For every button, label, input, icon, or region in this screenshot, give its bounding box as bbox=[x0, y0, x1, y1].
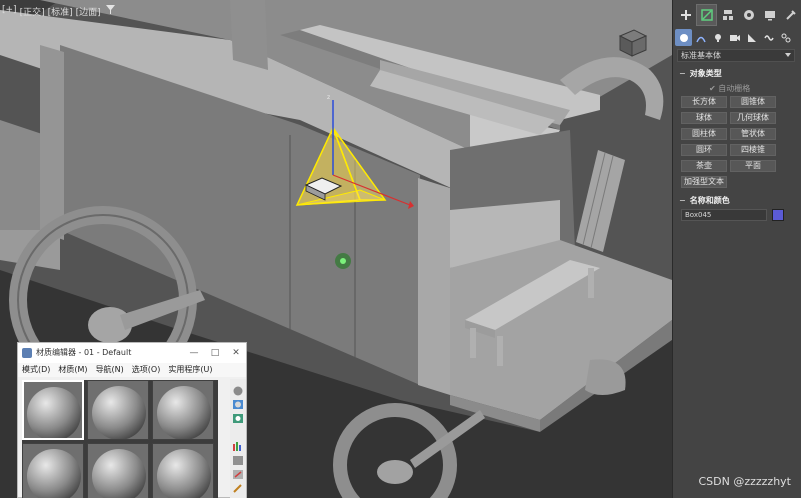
collapse-icon: − bbox=[679, 69, 686, 78]
modify-icon[interactable] bbox=[696, 4, 717, 26]
utilities-icon[interactable] bbox=[780, 4, 801, 26]
options-icon[interactable] bbox=[232, 465, 244, 479]
object-type-rollout-header[interactable]: − 对象类型 bbox=[679, 68, 722, 79]
category-row bbox=[675, 29, 794, 46]
viewcube[interactable] bbox=[612, 24, 652, 64]
menu-navigation[interactable]: 导航(N) bbox=[96, 363, 124, 377]
shapes-icon[interactable] bbox=[692, 29, 709, 46]
material-editor-title: 材质编辑器 - 01 - Default bbox=[36, 348, 132, 357]
teapot-button[interactable]: 茶壶 bbox=[681, 160, 727, 172]
material-side-toolbar bbox=[230, 379, 246, 498]
sample-slot[interactable] bbox=[22, 380, 84, 440]
geometry-icon[interactable] bbox=[675, 29, 692, 46]
background-icon[interactable] bbox=[232, 409, 244, 423]
sample-type-icon[interactable] bbox=[232, 381, 244, 396]
name-color-title: 名称和颜色 bbox=[689, 196, 730, 205]
object-color-swatch[interactable] bbox=[772, 209, 784, 221]
cylinder-button[interactable]: 圆柱体 bbox=[681, 128, 727, 140]
viewport-shading-label[interactable]: [标准] bbox=[48, 5, 73, 18]
sample-slot[interactable] bbox=[87, 380, 149, 440]
primitive-type-dropdown[interactable]: 标准基本体 bbox=[677, 49, 795, 62]
backlight-icon[interactable] bbox=[232, 395, 244, 409]
motion-icon[interactable] bbox=[738, 4, 759, 26]
cone-button[interactable]: 圆锥体 bbox=[730, 96, 776, 108]
pyramid-button[interactable]: 四棱锥 bbox=[730, 144, 776, 156]
sample-slot[interactable] bbox=[152, 443, 214, 498]
material-editor-menubar: 模式(D) 材质(M) 导航(N) 选项(O) 实用程序(U) bbox=[18, 363, 246, 377]
material-editor-titlebar[interactable]: 材质编辑器 - 01 - Default — □ ✕ bbox=[18, 343, 246, 363]
object-name-field[interactable]: Box045 bbox=[681, 209, 767, 221]
check-icon: ✔ bbox=[709, 84, 719, 93]
watermark: CSDN @zzzzzhyt bbox=[698, 475, 791, 488]
plane-button[interactable]: 平面 bbox=[730, 160, 776, 172]
autogrid-label: 自动栅格 bbox=[718, 84, 751, 93]
lights-icon[interactable] bbox=[709, 29, 726, 46]
textplus-button[interactable]: 加强型文本 bbox=[681, 176, 727, 188]
menu-options[interactable]: 选项(O) bbox=[132, 363, 161, 377]
primitive-type-value: 标准基本体 bbox=[681, 51, 721, 60]
collapse-icon: − bbox=[679, 196, 686, 205]
close-button[interactable]: ✕ bbox=[226, 343, 246, 363]
autogrid-checkbox[interactable]: ✔ 自动栅格 bbox=[709, 83, 750, 94]
viewport-view-label[interactable]: [正交] bbox=[20, 5, 45, 18]
menu-material[interactable]: 材质(M) bbox=[58, 363, 87, 377]
sample-slot[interactable] bbox=[22, 443, 84, 498]
geosphere-button[interactable]: 几何球体 bbox=[730, 112, 776, 124]
menu-utilities[interactable]: 实用程序(U) bbox=[168, 363, 212, 377]
make-preview-icon[interactable] bbox=[232, 451, 244, 465]
display-icon[interactable] bbox=[759, 4, 780, 26]
box-button[interactable]: 长方体 bbox=[681, 96, 727, 108]
command-panel-tabs bbox=[675, 4, 801, 26]
video-check-icon[interactable] bbox=[232, 437, 244, 451]
tube-button[interactable]: 管状体 bbox=[730, 128, 776, 140]
select-by-material-icon[interactable] bbox=[232, 479, 244, 493]
funnel-icon[interactable] bbox=[105, 5, 115, 18]
viewport-menu-plus[interactable]: [+] bbox=[2, 5, 17, 18]
app-window: z [+] [正交] [标准] [边面] 标准基本体 − 对象类型 ✔ 自动栅格… bbox=[0, 0, 801, 498]
sphere-button[interactable]: 球体 bbox=[681, 112, 727, 124]
sample-slot[interactable] bbox=[87, 443, 149, 498]
svg-text:z: z bbox=[327, 94, 330, 101]
systems-icon[interactable] bbox=[777, 29, 794, 46]
object-type-title: 对象类型 bbox=[689, 69, 722, 78]
name-color-rollout-header[interactable]: − 名称和颜色 bbox=[679, 195, 730, 206]
maximize-button[interactable]: □ bbox=[205, 343, 225, 363]
viewport-edges-label[interactable]: [边面] bbox=[76, 5, 101, 18]
helpers-icon[interactable] bbox=[743, 29, 760, 46]
sample-slot[interactable] bbox=[152, 380, 214, 440]
cameras-icon[interactable] bbox=[726, 29, 743, 46]
chevron-down-icon bbox=[785, 53, 791, 57]
menu-mode[interactable]: 模式(D) bbox=[22, 363, 50, 377]
create-icon[interactable] bbox=[675, 4, 696, 26]
command-panel: 标准基本体 − 对象类型 ✔ 自动栅格 长方体 圆锥体 球体 几何球体 圆柱体 … bbox=[672, 0, 801, 498]
viewport-label[interactable]: [+] [正交] [标准] [边面] bbox=[2, 5, 115, 18]
torus-button[interactable]: 圆环 bbox=[681, 144, 727, 156]
material-editor-window: 材质编辑器 - 01 - Default — □ ✕ 模式(D) 材质(M) 导… bbox=[17, 342, 247, 498]
spacewarps-icon[interactable] bbox=[760, 29, 777, 46]
minimize-button[interactable]: — bbox=[184, 343, 204, 363]
sample-slots-grid bbox=[22, 380, 218, 498]
material-editor-app-icon bbox=[22, 348, 32, 358]
hierarchy-icon[interactable] bbox=[717, 4, 738, 26]
